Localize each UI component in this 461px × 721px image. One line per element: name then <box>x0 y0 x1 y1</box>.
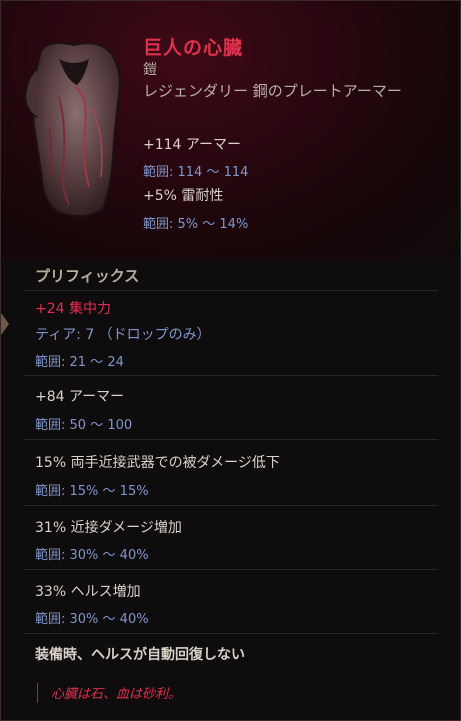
section-divider <box>23 290 438 291</box>
item-slot: 鎧 <box>143 62 157 78</box>
prefix-primary-stat: +24 集中力 <box>35 301 111 317</box>
affix-divider <box>23 439 438 440</box>
affix-divider <box>23 569 438 570</box>
base-stat-lightning-resist: +5% 雷耐性 <box>143 188 224 204</box>
flavor-quote-bar <box>37 683 38 703</box>
affix-divider <box>23 633 438 634</box>
affix-divider <box>23 505 438 506</box>
base-stat-lightning-resist-range: 範囲: 5% 〜 14% <box>143 217 249 232</box>
prefix-primary-range: 範囲: 21 〜 24 <box>35 355 124 370</box>
prefix-tier: ティア: 7 （ドロップのみ） <box>35 327 211 343</box>
armor-item-icon <box>23 42 121 218</box>
affix-damage-reduction: 15% 両手近接武器での被ダメージ低下 <box>35 455 280 471</box>
item-rarity-type: レジェンダリー 鋼のプレートアーマー <box>143 82 402 100</box>
item-name: 巨人の心臓 <box>143 37 244 59</box>
affix-armor-range: 範囲: 50 〜 100 <box>35 418 133 433</box>
flavor-text: 心臓は石、血は砂利。 <box>51 687 182 702</box>
affix-melee-damage-range: 範囲: 30% 〜 40% <box>35 548 149 563</box>
base-stat-armor-range: 範囲: 114 〜 114 <box>143 165 249 180</box>
prefix-section-title: プリフィックス <box>35 267 140 285</box>
edge-marker-icon <box>1 313 9 335</box>
base-stat-armor: +114 アーマー <box>143 137 242 153</box>
affix-health: 33% ヘルス増加 <box>35 584 141 600</box>
equip-effect: 装備時、ヘルスが自動回復しない <box>35 647 245 663</box>
item-tooltip: 巨人の心臓 鎧 レジェンダリー 鋼のプレートアーマー +114 アーマー 範囲:… <box>0 0 461 721</box>
affix-health-range: 範囲: 30% 〜 40% <box>35 612 149 627</box>
affix-armor: +84 アーマー <box>35 389 125 405</box>
affix-damage-reduction-range: 範囲: 15% 〜 15% <box>35 484 149 499</box>
affix-melee-damage: 31% 近接ダメージ増加 <box>35 520 182 536</box>
affix-divider <box>23 375 438 376</box>
